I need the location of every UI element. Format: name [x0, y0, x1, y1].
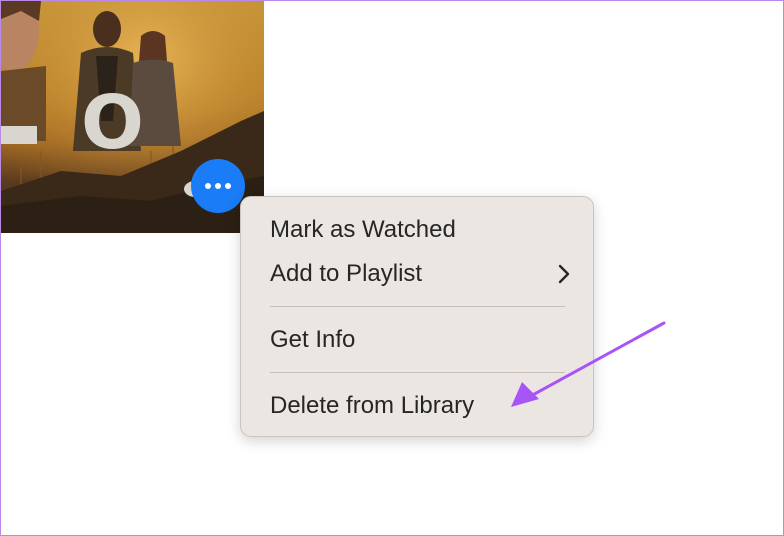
menu-separator	[270, 372, 565, 373]
menu-item-delete-from-library[interactable]: Delete from Library	[270, 389, 571, 423]
app-window: O Mark as Watched Add to Playlist Get In…	[0, 0, 784, 536]
menu-item-add-to-playlist[interactable]: Add to Playlist	[270, 257, 571, 291]
ellipsis-icon	[205, 183, 231, 189]
context-menu: Mark as Watched Add to Playlist Get Info…	[240, 196, 594, 437]
menu-item-mark-as-watched[interactable]: Mark as Watched	[270, 213, 571, 247]
poster-title-fragment	[1, 126, 37, 144]
menu-item-label: Delete from Library	[270, 392, 475, 419]
menu-separator	[270, 306, 565, 307]
menu-item-label: Add to Playlist	[270, 260, 423, 287]
poster-title-letter: O	[81, 80, 146, 166]
menu-item-label: Get Info	[270, 326, 356, 353]
more-options-button[interactable]	[191, 159, 245, 213]
menu-item-label: Mark as Watched	[270, 216, 456, 243]
menu-item-get-info[interactable]: Get Info	[270, 323, 571, 357]
movie-poster-thumbnail[interactable]: O	[1, 1, 264, 233]
chevron-right-icon	[558, 264, 570, 284]
